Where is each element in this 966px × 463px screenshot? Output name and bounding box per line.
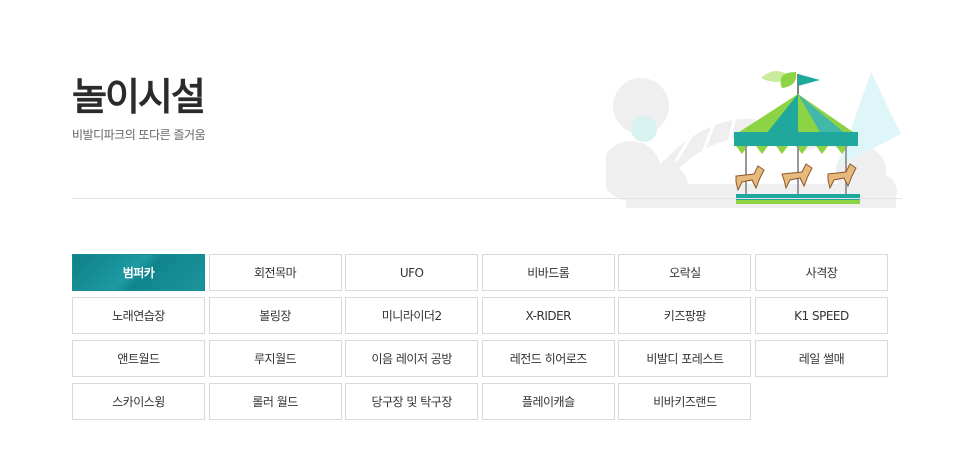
facility-button-viva-kids-land[interactable]: 비바키즈랜드	[618, 383, 752, 420]
facility-button-ant-world[interactable]: 앤트월드	[72, 340, 205, 377]
facility-button-laser-workshop[interactable]: 이음 레이저 공방	[345, 340, 479, 377]
carousel-illustration	[606, 71, 901, 208]
facility-button-billiards-table-tennis[interactable]: 당구장 및 탁구장	[345, 383, 479, 420]
facility-button-ufo[interactable]: UFO	[345, 254, 479, 291]
facility-button-bumper-car[interactable]: 범퍼카	[72, 254, 205, 291]
facility-button-vivaldi-forest[interactable]: 비발디 포레스트	[618, 340, 752, 377]
facility-button-karaoke[interactable]: 노래연습장	[72, 297, 205, 334]
facility-button-x-rider[interactable]: X-RIDER	[481, 297, 615, 334]
facility-button-sky-swing[interactable]: 스카이스윙	[72, 383, 205, 420]
facility-menu: 범퍼카 회전목마 UFO 비바드롬 오락실 사격장 노래연습장 볼링장 미니라이…	[72, 254, 888, 420]
facility-button-play-castle[interactable]: 플레이캐슬	[481, 383, 615, 420]
facility-button-mini-rider[interactable]: 미니라이더2	[345, 297, 479, 334]
facility-button-shooting-range[interactable]: 사격장	[754, 254, 888, 291]
facility-button-k1-speed[interactable]: K1 SPEED	[754, 297, 888, 334]
page-title: 놀이시설	[72, 75, 206, 119]
facility-button-luge-world[interactable]: 루지월드	[208, 340, 342, 377]
facility-button-legend-heroes[interactable]: 레전드 히어로즈	[481, 340, 615, 377]
page-subtitle: 비발디파크의 또다른 즐거움	[72, 128, 206, 142]
facility-button-vivadrome[interactable]: 비바드롬	[481, 254, 615, 291]
facility-button-kids-pangpang[interactable]: 키즈팡팡	[618, 297, 752, 334]
header-divider	[72, 198, 902, 199]
facility-button-merry-go-round[interactable]: 회전목마	[208, 254, 342, 291]
facility-button-arcade[interactable]: 오락실	[618, 254, 752, 291]
facility-button-roller-world[interactable]: 롤러 월드	[208, 383, 342, 420]
facility-button-rail-sled[interactable]: 레일 썰매	[754, 340, 888, 377]
facility-button-bowling[interactable]: 볼링장	[208, 297, 342, 334]
